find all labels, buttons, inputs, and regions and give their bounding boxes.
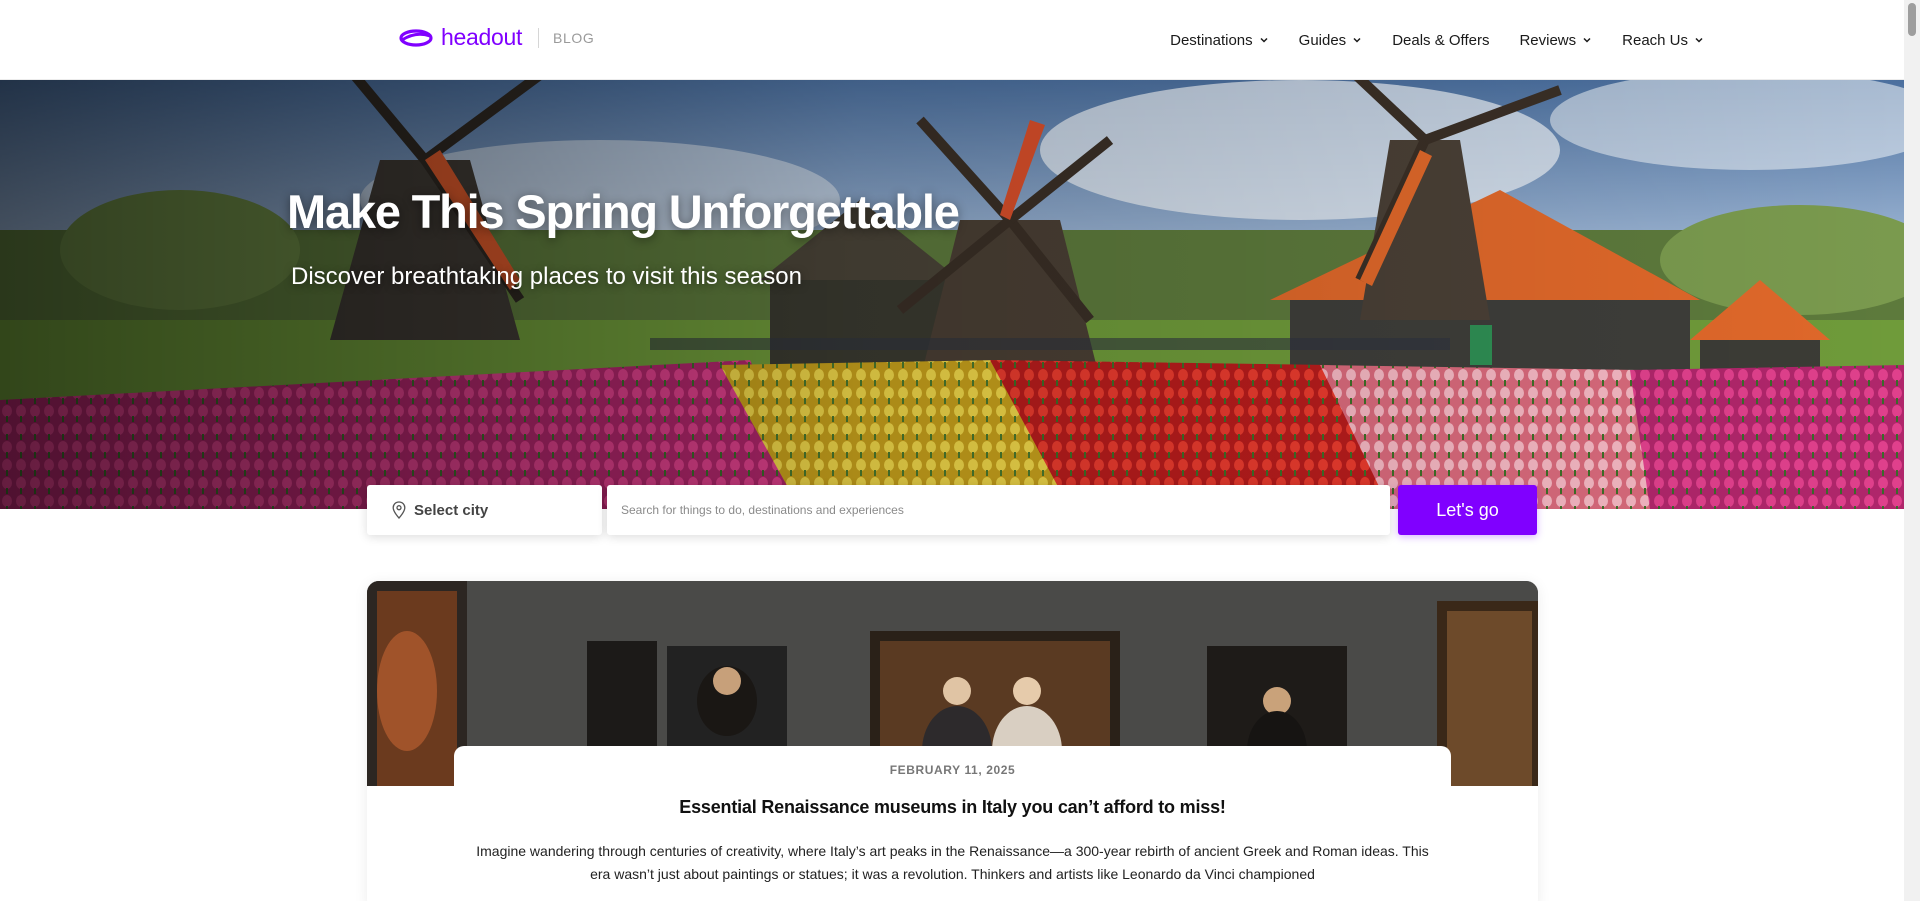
brand-logo[interactable]: headout BLOG (399, 24, 594, 51)
lets-go-button[interactable]: Let's go (1398, 485, 1537, 535)
article-date: FEBRUARY 11, 2025 (889, 763, 1016, 777)
brand-subtitle: BLOG (553, 29, 595, 46)
chevron-down-icon (1583, 37, 1591, 43)
logo-divider (538, 27, 540, 48)
featured-article-card[interactable]: FEBRUARY 11, 2025 Essential Renaissance … (367, 581, 1538, 901)
chevron-down-icon (1260, 37, 1268, 43)
nav-label: Reach Us (1622, 31, 1688, 49)
page-scrollbar[interactable] (1904, 0, 1920, 901)
featured-article-content: FEBRUARY 11, 2025 Essential Renaissance … (454, 746, 1451, 901)
brand-name: headout (441, 24, 523, 50)
search-input[interactable] (607, 485, 1390, 535)
hero-title: Make This Spring Unforgettable (287, 185, 960, 238)
main-nav: Destinations Guides Deals & Offers Revie… (1170, 0, 1704, 80)
nav-label: Destinations (1170, 31, 1253, 49)
hero-image (0, 80, 1904, 509)
nav-item-deals-offers[interactable]: Deals & Offers (1392, 32, 1489, 49)
article-excerpt: Imagine wandering through centuries of c… (476, 843, 1429, 882)
nav-item-guides[interactable]: Guides (1299, 32, 1363, 49)
nav-item-reach-us[interactable]: Reach Us (1622, 32, 1704, 49)
chevron-down-icon (1695, 37, 1703, 43)
chevron-down-icon (1353, 37, 1361, 43)
city-selector-label: Select city (414, 501, 489, 519)
scrollbar-thumb[interactable] (1908, 3, 1916, 36)
hero-banner: Make This Spring Unforgettable Discover … (0, 80, 1904, 509)
article-title[interactable]: Essential Renaissance museums in Italy y… (454, 797, 1451, 818)
hero-subtitle: Discover breathtaking places to visit th… (291, 263, 802, 290)
nav-label: Guides (1298, 31, 1347, 49)
nav-label: Reviews (1519, 31, 1577, 49)
site-header: headout BLOG Destinations Guides Deals &… (0, 0, 1904, 80)
nav-item-destinations[interactable]: Destinations (1170, 32, 1269, 49)
map-pin-icon (392, 501, 406, 519)
nav-label: Deals & Offers (1392, 31, 1490, 49)
headout-logo-icon (399, 28, 433, 47)
nav-item-reviews[interactable]: Reviews (1519, 32, 1592, 49)
city-selector[interactable]: Select city (367, 485, 602, 535)
